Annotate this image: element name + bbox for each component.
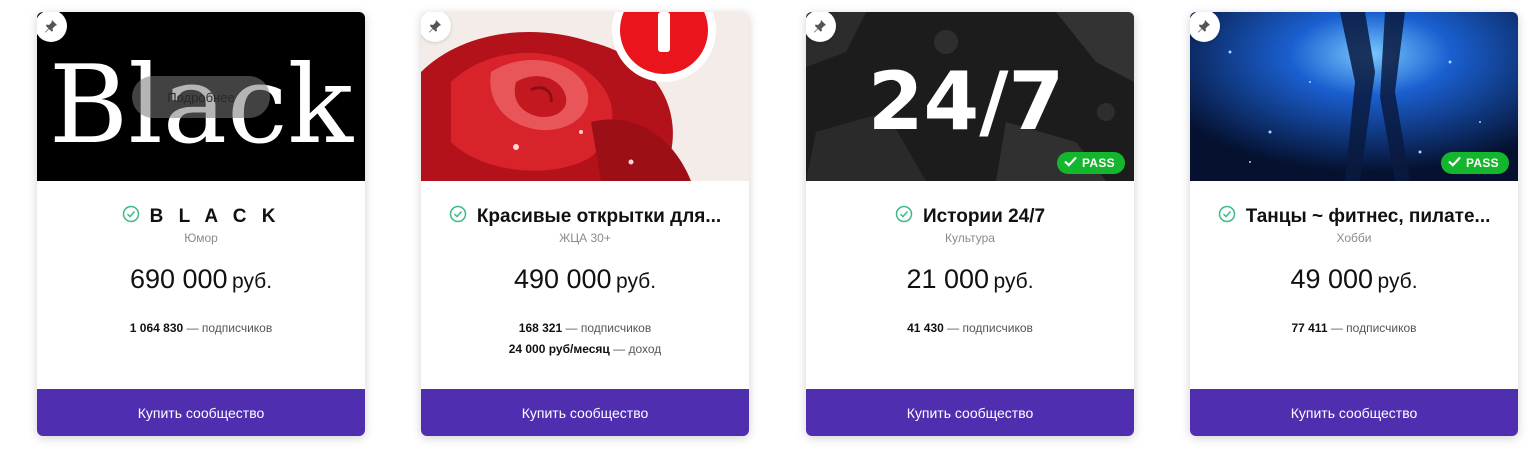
price: 490 000 руб. [513, 264, 657, 294]
verified-icon [449, 205, 467, 228]
subscribers-stat: 77 411 — подписчиков [1291, 321, 1417, 335]
buy-community-button[interactable]: Купить сообщество [421, 389, 749, 436]
community-card[interactable]: Black Подробнее B L A C K Юмор 690 000 р… [37, 12, 365, 436]
subscribers-stat: 168 321 — подписчиков [518, 321, 652, 335]
category-label: Хобби [1336, 231, 1372, 245]
category-label: Юмор [184, 231, 218, 245]
cover-image[interactable] [421, 12, 749, 181]
pass-badge: PASS [1441, 152, 1509, 174]
pass-badge: PASS [1057, 152, 1125, 174]
community-title[interactable]: B L A C K [150, 206, 281, 228]
verified-icon [122, 205, 140, 228]
income-stat: 24 000 руб/месяц — доход [508, 342, 662, 356]
subscribers-stat: 1 064 830 — подписчиков [129, 321, 273, 335]
community-title[interactable]: Красивые открытки для... [477, 206, 721, 228]
price: 690 000 руб. [129, 264, 273, 294]
community-card[interactable]: PASS Танцы ~ фитнес, пилате... Хобби 49 … [1190, 12, 1518, 436]
buy-community-button[interactable]: Купить сообщество [806, 389, 1134, 436]
buy-community-button[interactable]: Купить сообщество [1190, 389, 1518, 436]
community-title[interactable]: Истории 24/7 [923, 206, 1045, 228]
community-card[interactable]: 24/7 PASS Истории 24/7 Культура 21 000 р… [806, 12, 1134, 436]
check-icon [1064, 156, 1077, 170]
check-icon [1448, 156, 1461, 170]
cover-logo-text: 24/7 [868, 55, 1064, 148]
category-label: Культура [945, 231, 995, 245]
community-card[interactable]: Красивые открытки для... ЖЦА 30+ 490 000… [421, 12, 749, 436]
buy-community-button[interactable]: Купить сообщество [37, 389, 365, 436]
verified-icon [895, 205, 913, 228]
verified-icon [1218, 205, 1236, 228]
category-label: ЖЦА 30+ [559, 231, 611, 245]
subscribers-stat: 41 430 — подписчиков [907, 321, 1033, 335]
price: 21 000 руб. [906, 264, 1034, 294]
community-title[interactable]: Танцы ~ фитнес, пилате... [1246, 206, 1491, 228]
price: 49 000 руб. [1290, 264, 1418, 294]
more-button[interactable]: Подробнее [132, 76, 270, 118]
